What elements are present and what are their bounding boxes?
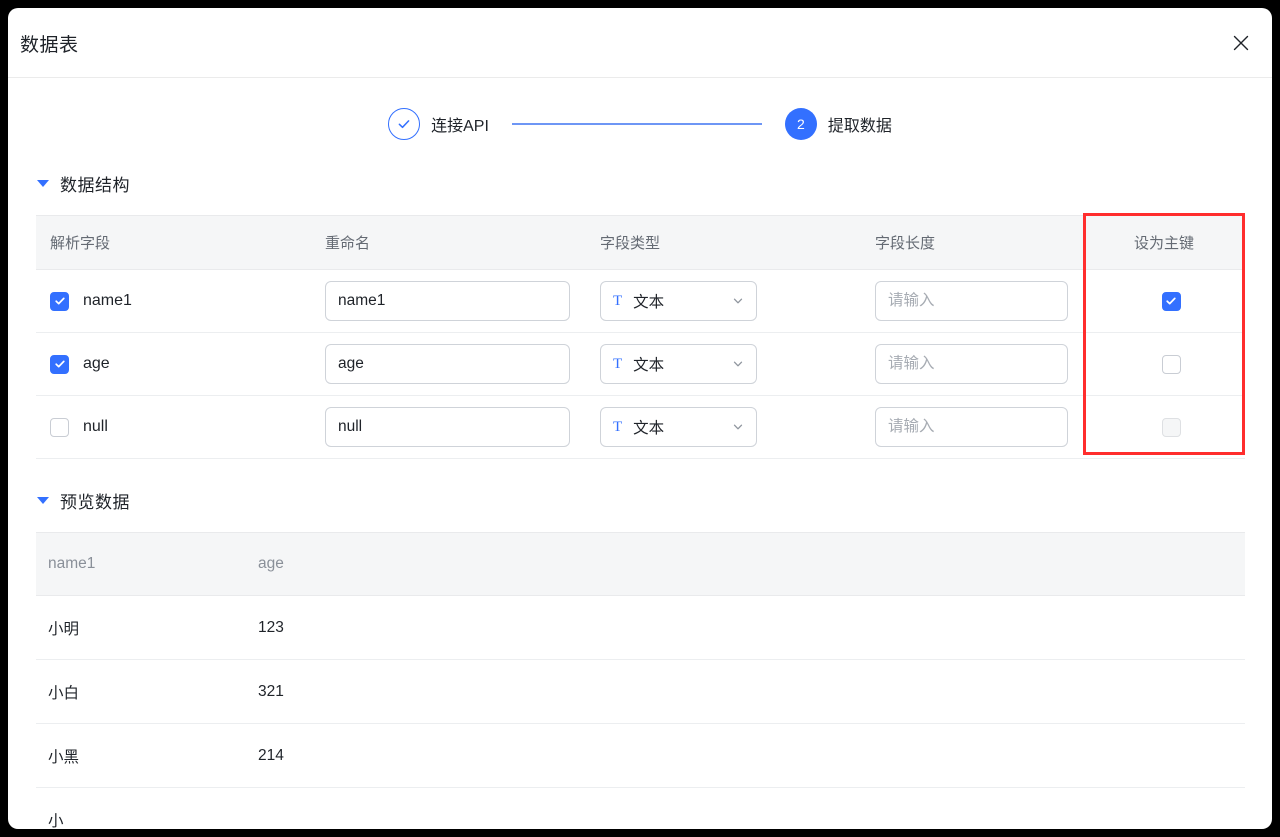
schema-col-header-primary-key: 设为主键 bbox=[1083, 215, 1245, 270]
preview-cell-name1: 小明 bbox=[36, 595, 246, 660]
caret-down-icon[interactable] bbox=[37, 496, 49, 504]
schema-col-header-rename: 重命名 bbox=[311, 215, 586, 270]
field-type-select[interactable]: T 文本 bbox=[600, 281, 757, 321]
schema-table-wrapper: 解析字段 重命名 字段类型 字段长度 设为主键 name1 name1 T 文本… bbox=[36, 213, 1245, 459]
step-2-label: 提取数据 bbox=[827, 118, 892, 135]
step-extract-data[interactable]: 2 提取数据 bbox=[784, 108, 892, 140]
preview-cell-age: 123 bbox=[246, 595, 1245, 660]
chevron-down-icon bbox=[732, 421, 744, 433]
step-2-number: 2 bbox=[784, 108, 817, 140]
field-select-checkbox[interactable] bbox=[50, 417, 69, 437]
preview-header-row: name1 age bbox=[36, 532, 1245, 596]
table-row: age T 文本 bbox=[36, 332, 1245, 396]
field-name-label: null bbox=[83, 418, 108, 435]
field-type-select[interactable]: T 文本 bbox=[600, 344, 757, 384]
primary-key-checkbox bbox=[1161, 417, 1181, 437]
table-row: 小黑 214 bbox=[36, 723, 1245, 788]
step-1-circle-check-icon bbox=[388, 108, 421, 140]
rename-input[interactable] bbox=[325, 281, 570, 321]
preview-col-header-age: age bbox=[246, 532, 1245, 596]
primary-key-checkbox[interactable] bbox=[1161, 354, 1181, 374]
preview-table: name1 age 小明 123 小白 321 小黑 214 小 bbox=[36, 532, 1245, 829]
section-header-preview-data[interactable]: 预览数据 bbox=[8, 487, 1272, 513]
preview-col-header-name1: name1 bbox=[36, 532, 246, 596]
step-indicator: 连接API 2 提取数据 bbox=[8, 78, 1272, 170]
field-length-input[interactable] bbox=[876, 345, 1067, 383]
close-icon[interactable] bbox=[1224, 26, 1258, 60]
dialog-header: 数据表 bbox=[8, 8, 1272, 78]
step-connector-line bbox=[511, 123, 762, 125]
preview-cell-name1: 小 bbox=[36, 787, 246, 829]
table-row: 小明 123 bbox=[36, 595, 1245, 660]
preview-cell-age bbox=[246, 787, 1245, 829]
section-title-data-structure: 数据结构 bbox=[60, 175, 130, 195]
step-1-label: 连接API bbox=[431, 118, 489, 135]
field-select-checkbox[interactable] bbox=[50, 354, 69, 374]
text-type-icon: T bbox=[613, 355, 623, 372]
field-length-stepper[interactable] bbox=[875, 281, 1068, 321]
schema-header-row: 解析字段 重命名 字段类型 字段长度 设为主键 bbox=[36, 215, 1245, 270]
preview-cell-age: 321 bbox=[246, 659, 1245, 724]
schema-col-header-type: 字段类型 bbox=[586, 215, 861, 270]
table-row: name1 T 文本 bbox=[36, 269, 1245, 333]
field-length-stepper[interactable] bbox=[875, 407, 1068, 447]
page-title: 数据表 bbox=[20, 35, 79, 56]
field-length-input[interactable] bbox=[876, 408, 1067, 446]
caret-down-icon[interactable] bbox=[37, 179, 49, 187]
schema-col-header-field: 解析字段 bbox=[36, 215, 311, 270]
preview-cell-name1: 小黑 bbox=[36, 723, 246, 788]
rename-input[interactable] bbox=[325, 407, 570, 447]
step-connect-api[interactable]: 连接API bbox=[388, 108, 489, 140]
field-type-value: 文本 bbox=[633, 420, 665, 437]
field-select-checkbox[interactable] bbox=[50, 291, 69, 311]
field-type-value: 文本 bbox=[633, 294, 665, 311]
field-length-stepper[interactable] bbox=[875, 344, 1068, 384]
table-row: null T 文本 bbox=[36, 395, 1245, 459]
schema-table: 解析字段 重命名 字段类型 字段长度 设为主键 name1 name1 T 文本… bbox=[36, 215, 1245, 459]
rename-input[interactable] bbox=[325, 344, 570, 384]
section-header-data-structure[interactable]: 数据结构 bbox=[8, 170, 1272, 196]
text-type-icon: T bbox=[613, 292, 623, 309]
preview-cell-age: 214 bbox=[246, 723, 1245, 788]
primary-key-checkbox[interactable] bbox=[1161, 291, 1181, 311]
section-title-preview-data: 预览数据 bbox=[60, 492, 130, 512]
table-row: 小白 321 bbox=[36, 659, 1245, 724]
data-table-dialog: 数据表 连接API 2 提取数据 数据结构 解析字段 重命名 字段类型 字段长度… bbox=[8, 8, 1272, 829]
preview-cell-name1: 小白 bbox=[36, 659, 246, 724]
field-length-input[interactable] bbox=[876, 282, 1067, 320]
table-row: 小 bbox=[36, 787, 1245, 829]
text-type-icon: T bbox=[613, 418, 623, 435]
chevron-down-icon bbox=[732, 295, 744, 307]
chevron-down-icon bbox=[732, 358, 744, 370]
field-name-label: name1 bbox=[83, 292, 132, 309]
field-name-label: age bbox=[83, 355, 110, 372]
field-type-value: 文本 bbox=[633, 357, 665, 374]
field-type-select[interactable]: T 文本 bbox=[600, 407, 757, 447]
schema-col-header-length: 字段长度 bbox=[861, 215, 1083, 270]
